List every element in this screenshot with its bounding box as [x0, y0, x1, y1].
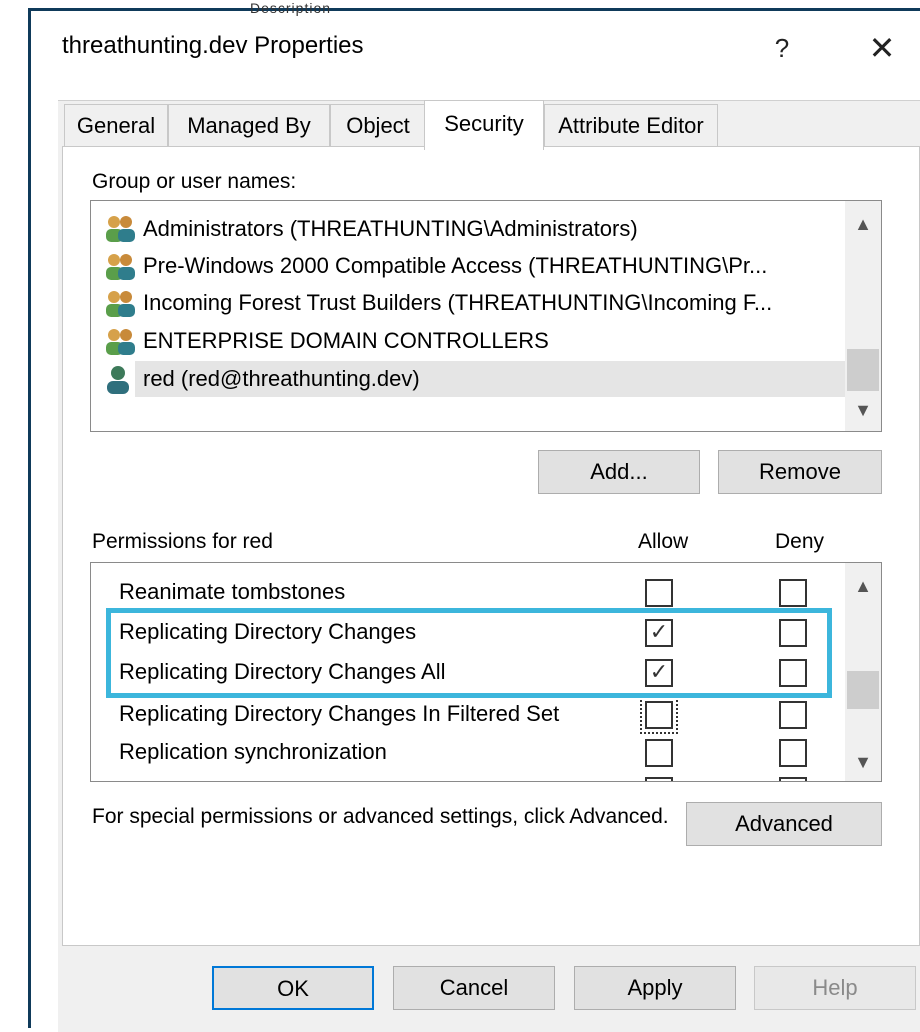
help-title-button[interactable]: ?	[762, 30, 802, 66]
allow-column-header: Allow	[638, 530, 689, 553]
scroll-thumb[interactable]	[847, 671, 879, 709]
permissions-scrollbar[interactable]: ▲ ▼	[845, 563, 881, 781]
advanced-hint-text: For special permissions or advanced sett…	[92, 805, 669, 828]
deny-checkbox-filtered-set[interactable]	[779, 701, 807, 729]
list-item-incoming-forest-trust[interactable]: Incoming Forest Trust Builders (THREATHU…	[143, 285, 881, 321]
ok-button[interactable]: OK	[212, 966, 374, 1010]
tab-object[interactable]: Object	[330, 104, 426, 146]
allow-checkbox-replication-sync[interactable]	[645, 739, 673, 767]
list-item-enterprise-dcs[interactable]: ENTERPRISE DOMAIN CONTROLLERS	[143, 323, 881, 359]
deny-column-header: Deny	[775, 530, 825, 553]
allow-checkbox-filtered-set[interactable]	[640, 696, 678, 734]
group-icon	[106, 291, 135, 317]
cancel-button[interactable]: Cancel	[393, 966, 555, 1010]
close-button[interactable]: ✕	[862, 30, 902, 66]
tab-general[interactable]: General	[64, 104, 168, 146]
deny-checkbox-next[interactable]	[779, 777, 807, 781]
advanced-button[interactable]: Advanced	[686, 802, 882, 846]
apply-button[interactable]: Apply	[574, 966, 736, 1010]
allow-checkbox-reanimate[interactable]	[645, 579, 673, 607]
scroll-down-icon[interactable]: ▼	[845, 745, 881, 779]
permission-reanimate-tombstones: Reanimate tombstones	[119, 579, 346, 604]
group-icon	[106, 329, 135, 355]
background-window-text: Description	[250, 0, 332, 16]
add-button[interactable]: Add...	[538, 450, 700, 494]
tab-security[interactable]: Security	[424, 100, 544, 150]
list-item-administrators[interactable]: Administrators (THREATHUNTING\Administra…	[143, 211, 881, 247]
group-icon	[106, 254, 135, 280]
tab-managed-by[interactable]: Managed By	[168, 104, 330, 146]
principals-scrollbar[interactable]: ▲ ▼	[845, 201, 881, 431]
deny-checkbox-reanimate[interactable]	[779, 579, 807, 607]
permissions-label: Permissions for red	[92, 530, 273, 553]
help-button[interactable]: Help	[754, 966, 916, 1010]
scroll-thumb[interactable]	[847, 349, 879, 391]
deny-checkbox-replication-sync[interactable]	[779, 739, 807, 767]
list-item-pre-windows-2000[interactable]: Pre-Windows 2000 Compatible Access (THRE…	[143, 248, 881, 284]
permission-replication-sync: Replication synchronization	[119, 739, 387, 764]
user-icon	[107, 366, 129, 394]
scroll-up-icon[interactable]: ▲	[845, 569, 881, 603]
permission-filtered-set: Replicating Directory Changes In Filtere…	[119, 701, 560, 726]
scroll-up-icon[interactable]: ▲	[845, 207, 881, 241]
remove-button[interactable]: Remove	[718, 450, 882, 494]
group-names-label: Group or user names:	[92, 170, 297, 193]
annotation-highlight-box	[106, 608, 832, 698]
list-item-red[interactable]: red (red@threathunting.dev)	[143, 361, 881, 397]
principals-list[interactable]: Administrators (THREATHUNTING\Administra…	[90, 200, 882, 432]
scroll-down-icon[interactable]: ▼	[845, 393, 881, 427]
allow-checkbox-next[interactable]	[645, 777, 673, 781]
group-icon	[106, 216, 135, 242]
window-title: threathunting.dev Properties	[62, 32, 364, 59]
tab-attribute-editor[interactable]: Attribute Editor	[544, 104, 718, 146]
